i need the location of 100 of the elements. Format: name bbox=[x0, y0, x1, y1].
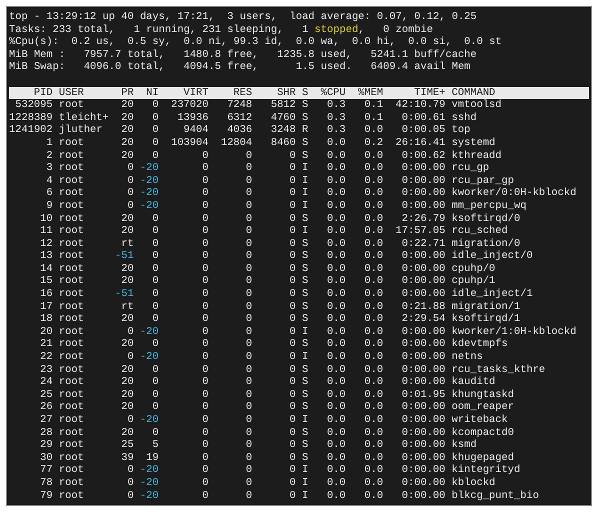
table-cell: S bbox=[302, 364, 308, 376]
column-header[interactable]: PID bbox=[9, 86, 53, 100]
table-cell: -20 bbox=[140, 351, 159, 364]
table-cell-text: 29 bbox=[39, 439, 53, 452]
table-cell-text: 8460 bbox=[270, 136, 296, 150]
table-cell-text: root bbox=[58, 376, 85, 389]
column-header[interactable]: SHR bbox=[258, 86, 296, 100]
table-cell-text: 0:00.00 bbox=[400, 414, 446, 427]
table-cell: kauditd bbox=[452, 376, 496, 389]
table-cell-text: 2:29.54 bbox=[400, 313, 446, 326]
table-cell: rcu_tasks_kthre bbox=[452, 364, 546, 376]
column-header[interactable]: PR bbox=[114, 86, 134, 100]
table-cell: S bbox=[302, 99, 308, 112]
table-cell-text: root bbox=[58, 136, 85, 150]
table-cell-text: 78 bbox=[39, 476, 53, 490]
table-cell-text: 0.0 bbox=[326, 288, 346, 301]
table-cell-text: 0 bbox=[244, 326, 252, 338]
table-cell-text: 0 bbox=[288, 426, 296, 440]
table-cell-text: 0.0 bbox=[363, 162, 384, 175]
table-cell-text: 0 bbox=[126, 464, 134, 477]
table-cell-text: 20 bbox=[120, 275, 134, 288]
summary-line: %Cpu(s): 0.2 us, 0.5 sy, 0.0 ni, 99.3 id, 0.0 wa, 0.0 hi, 0.0 si, 0.0 st bbox=[9, 36, 503, 49]
table-cell-text: 0.0 bbox=[326, 452, 346, 464]
column-header[interactable]: %CPU bbox=[314, 86, 346, 100]
table-cell-text: 21 bbox=[39, 338, 53, 352]
table-cell-text: 0.0 bbox=[326, 136, 346, 150]
table-cell-text: 20 bbox=[120, 124, 134, 137]
column-header[interactable]: VIRT bbox=[164, 86, 208, 100]
table-cell: cpuhp/1 bbox=[452, 275, 496, 288]
table-cell-text: 0.0 bbox=[363, 439, 384, 452]
table-cell-text: 0.0 bbox=[363, 426, 384, 440]
table-cell: S bbox=[302, 262, 308, 276]
table-cell-text: 0 bbox=[201, 351, 208, 364]
table-cell-text: 0:00.00 bbox=[400, 401, 446, 414]
table-cell-text: 0 bbox=[244, 351, 252, 364]
table-cell: kdevtmpfs bbox=[452, 338, 508, 352]
table-cell-text: 0.3 bbox=[326, 124, 346, 137]
column-header[interactable]: RES bbox=[214, 86, 252, 100]
table-cell-text: 0 bbox=[201, 464, 208, 477]
table-cell-text: 0 bbox=[288, 288, 296, 301]
table-cell: I bbox=[302, 490, 308, 502]
table-cell-text: 0.0 bbox=[363, 212, 384, 226]
table-cell: ksoftirqd/1 bbox=[452, 313, 520, 326]
table-cell-text: 6 bbox=[45, 187, 53, 200]
table-cell-text: 0 bbox=[151, 376, 159, 389]
table-cell-text: 0 bbox=[151, 288, 159, 301]
table-cell-text: 0 bbox=[201, 313, 208, 326]
table-cell-text: 0 bbox=[201, 275, 208, 288]
table-cell-text: root bbox=[58, 439, 85, 452]
table-cell-text: 0.0 bbox=[326, 212, 346, 226]
table-cell-text: 18 bbox=[39, 313, 53, 326]
column-header[interactable]: %MEM bbox=[352, 86, 384, 100]
table-cell-text: 0 bbox=[244, 150, 252, 162]
column-header[interactable]: S bbox=[302, 86, 308, 100]
table-cell-text: root bbox=[58, 99, 85, 112]
table-cell-text: 0 bbox=[201, 288, 208, 301]
table-cell-text: 0 bbox=[201, 401, 208, 414]
table-cell: I bbox=[302, 174, 308, 188]
table-cell: rcu_sched bbox=[452, 225, 508, 238]
table-cell-text: 0.0 bbox=[363, 238, 384, 250]
table-cell-text: 0 bbox=[201, 238, 208, 250]
table-cell-text: 0 bbox=[244, 476, 252, 490]
table-cell-text: 17 bbox=[39, 300, 53, 314]
table-cell-text: 0 bbox=[201, 476, 208, 490]
table-cell-text: 0.0 bbox=[326, 464, 346, 477]
table-cell-text: 19 bbox=[145, 452, 159, 464]
column-header[interactable]: NI bbox=[140, 86, 159, 100]
table-cell-text: root bbox=[58, 250, 85, 263]
table-cell-text: 0.1 bbox=[363, 112, 384, 124]
table-cell-text: 5812 bbox=[270, 99, 296, 112]
table-cell-text: 0 bbox=[151, 250, 159, 263]
table-cell-text: 0 bbox=[151, 225, 159, 238]
column-header[interactable]: USER bbox=[58, 86, 109, 100]
table-cell-text: 0 bbox=[288, 250, 296, 263]
table-cell-text: 0 bbox=[288, 174, 296, 188]
table-cell: I bbox=[302, 200, 308, 212]
table-cell: khungtaskd bbox=[452, 388, 514, 402]
table-cell-text: 2 bbox=[45, 150, 53, 162]
table-cell-text: 0 bbox=[201, 187, 208, 200]
table-cell-text: 0 bbox=[126, 162, 134, 175]
table-cell: ksoftirqd/0 bbox=[452, 212, 520, 226]
table-cell: S bbox=[302, 288, 308, 301]
table-cell-text: 0.0 bbox=[363, 388, 384, 402]
column-header[interactable]: COMMAND bbox=[452, 86, 496, 100]
table-cell-text: 0 bbox=[151, 275, 159, 288]
table-cell-text: rt bbox=[120, 238, 134, 250]
table-cell-text: 0 bbox=[244, 174, 252, 188]
column-header[interactable]: TIME+ bbox=[389, 86, 446, 100]
table-cell-text: 30 bbox=[39, 452, 53, 464]
table-cell-text: 0.0 bbox=[326, 376, 346, 389]
summary-line: Tasks: 233 total, 1 running, 231 sleeping, 1 stopped, 0 zombie bbox=[9, 24, 434, 36]
table-cell-text: 0.1 bbox=[363, 99, 384, 112]
table-cell-text: 0 bbox=[201, 300, 208, 314]
table-cell-text: 0 bbox=[126, 414, 134, 427]
table-cell-text: 0 bbox=[151, 388, 159, 402]
table-cell: -20 bbox=[140, 414, 159, 427]
table-cell-text: root bbox=[58, 364, 85, 376]
table-cell-text: root bbox=[58, 225, 85, 238]
table-cell-text: 0 bbox=[151, 364, 159, 376]
table-cell-text: 5 bbox=[151, 439, 159, 452]
